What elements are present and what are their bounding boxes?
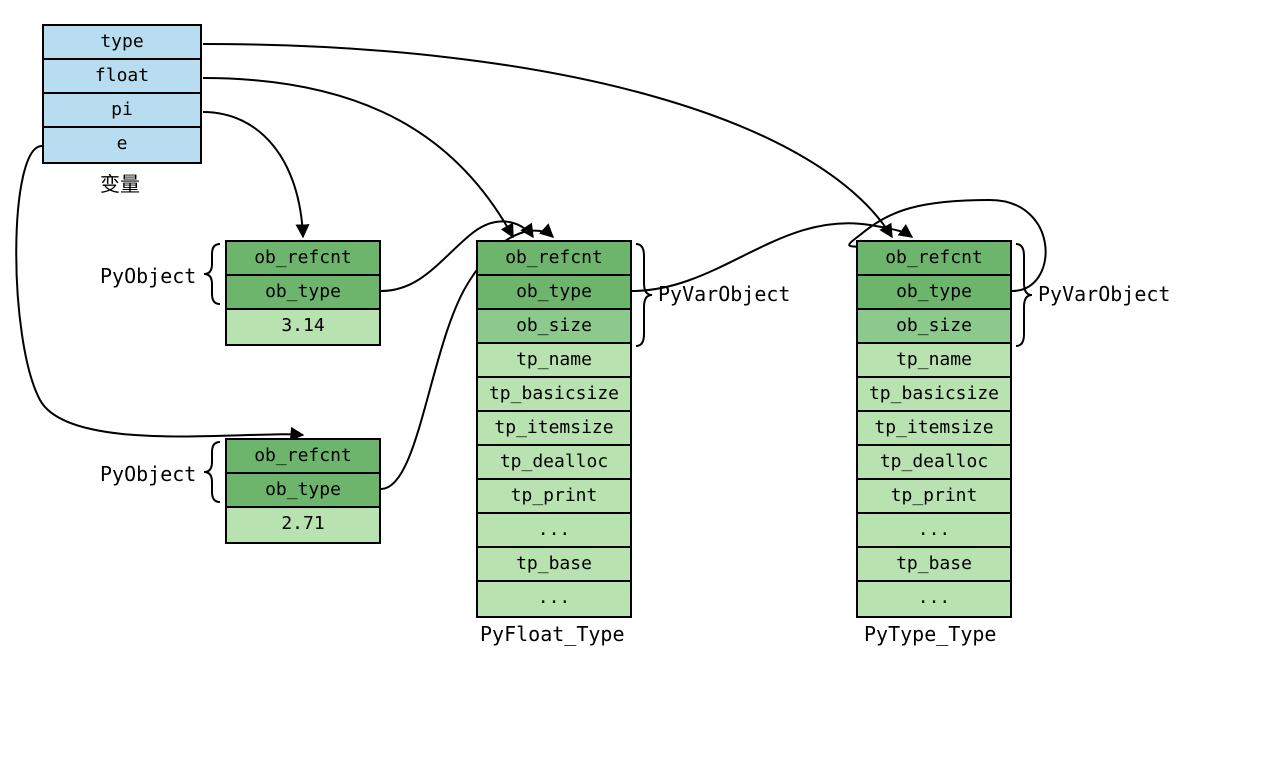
obj1-refcnt: ob_refcnt: [227, 242, 379, 276]
obj2-refcnt: ob_refcnt: [227, 440, 379, 474]
var-e: e: [44, 128, 200, 162]
var-type: type: [44, 26, 200, 60]
pytype-brace-label: PyVarObject: [1038, 282, 1170, 306]
obj1-brace-label: PyObject: [100, 264, 196, 288]
var-pi: pi: [44, 94, 200, 128]
pytype-tpname: tp_name: [858, 344, 1010, 378]
diagram-stage: type float pi e 变量 PyObject ob_refcnt ob…: [0, 0, 1262, 775]
pytype-ellipsis1: ...: [858, 514, 1010, 548]
obj2-value: 2.71: [227, 508, 379, 542]
pyfloat-ellipsis1: ...: [478, 514, 630, 548]
obj1-box: ob_refcnt ob_type 3.14: [225, 240, 381, 346]
pytype-print: tp_print: [858, 480, 1010, 514]
pyfloat-tpbase: tp_base: [478, 548, 630, 582]
pytype-title: PyType_Type: [864, 622, 996, 646]
obj1-type: ob_type: [227, 276, 379, 310]
variables-label: 变量: [100, 168, 140, 197]
pyfloat-type-box: ob_refcnt ob_type ob_size tp_name tp_bas…: [476, 240, 632, 618]
pytype-type-box: ob_refcnt ob_type ob_size tp_name tp_bas…: [856, 240, 1012, 618]
obj2-type: ob_type: [227, 474, 379, 508]
pytype-ellipsis2: ...: [858, 582, 1010, 616]
obj2-brace-label: PyObject: [100, 462, 196, 486]
pyfloat-tpname: tp_name: [478, 344, 630, 378]
pyfloat-type: ob_type: [478, 276, 630, 310]
pytype-refcnt: ob_refcnt: [858, 242, 1010, 276]
obj2-box: ob_refcnt ob_type 2.71: [225, 438, 381, 544]
pyfloat-ellipsis2: ...: [478, 582, 630, 616]
var-float: float: [44, 60, 200, 94]
variables-box: type float pi e: [42, 24, 202, 164]
pyfloat-print: tp_print: [478, 480, 630, 514]
pyfloat-dealloc: tp_dealloc: [478, 446, 630, 480]
obj1-value: 3.14: [227, 310, 379, 344]
pyfloat-itemsize: tp_itemsize: [478, 412, 630, 446]
pytype-tpbase: tp_base: [858, 548, 1010, 582]
pyfloat-title: PyFloat_Type: [480, 622, 625, 646]
pytype-type: ob_type: [858, 276, 1010, 310]
pyfloat-refcnt: ob_refcnt: [478, 242, 630, 276]
pytype-basicsize: tp_basicsize: [858, 378, 1010, 412]
pyfloat-basicsize: tp_basicsize: [478, 378, 630, 412]
pyfloat-brace-label: PyVarObject: [658, 282, 790, 306]
pytype-dealloc: tp_dealloc: [858, 446, 1010, 480]
pytype-size: ob_size: [858, 310, 1010, 344]
pyfloat-size: ob_size: [478, 310, 630, 344]
pytype-itemsize: tp_itemsize: [858, 412, 1010, 446]
